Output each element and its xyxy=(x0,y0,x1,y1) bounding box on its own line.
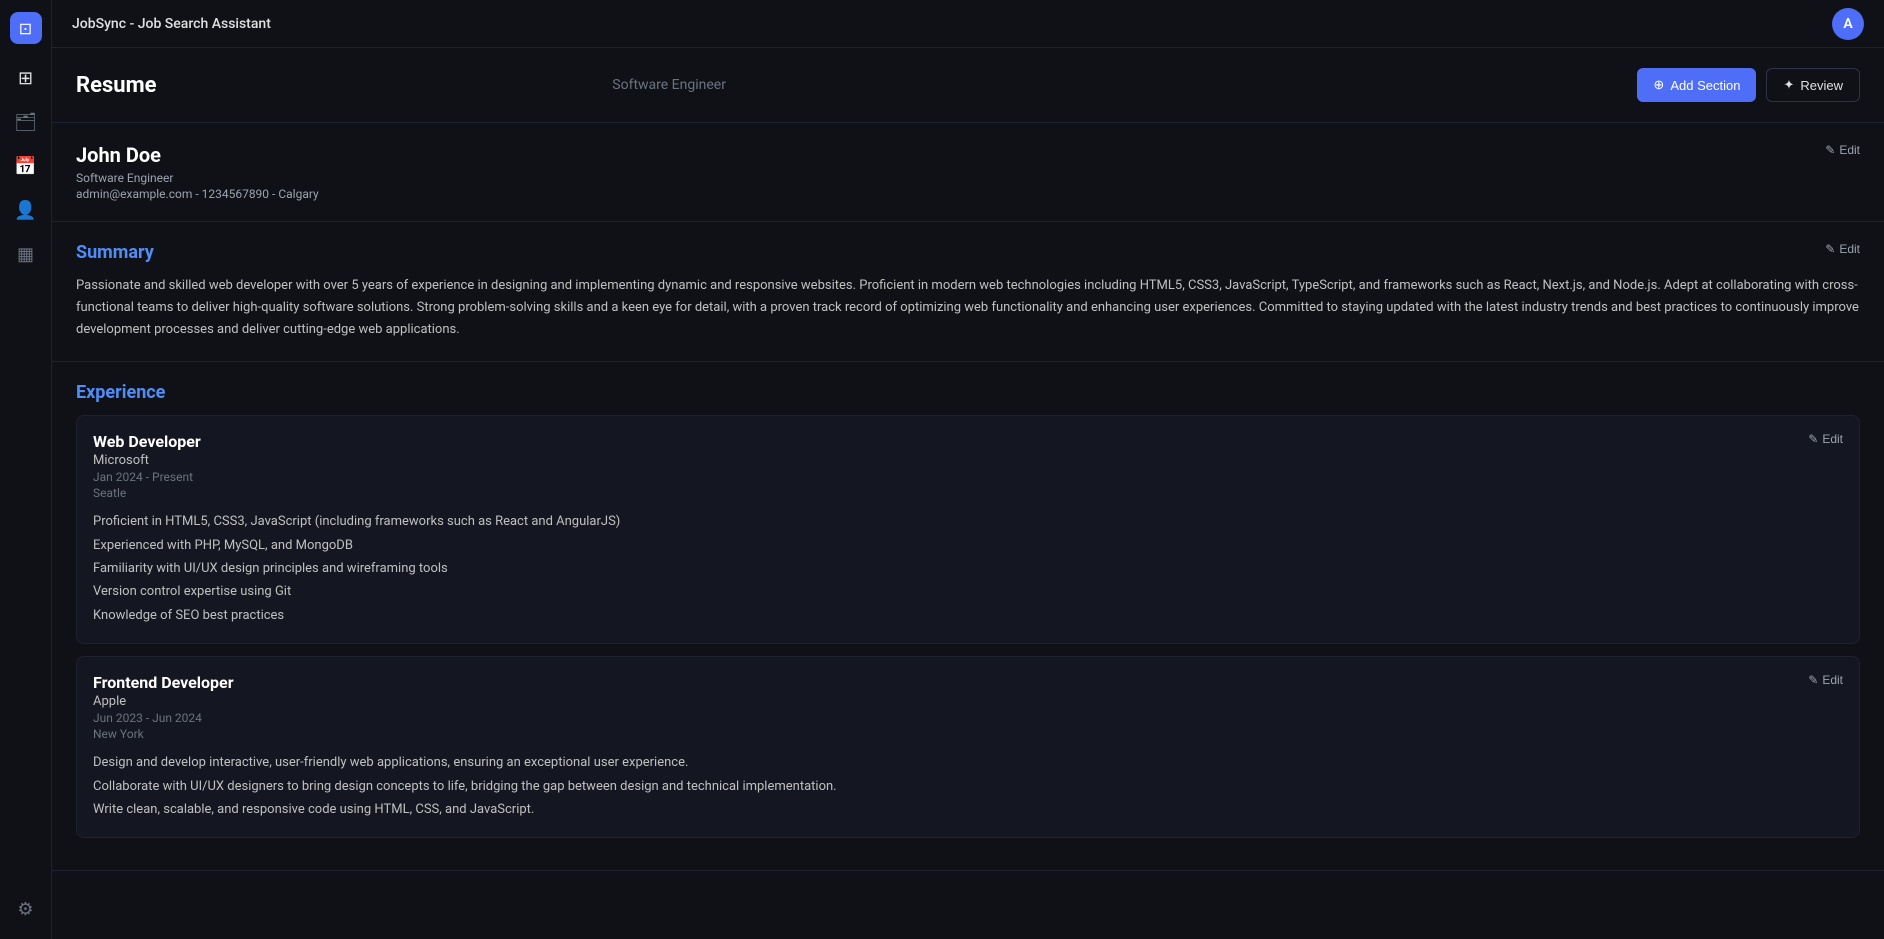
experience-title: Experience xyxy=(76,382,165,403)
summary-edit-label: Edit xyxy=(1839,242,1860,256)
exp1-edit-label: Edit xyxy=(1822,432,1843,446)
avatar-initials: A xyxy=(1843,16,1852,32)
experience-item-2: Frontend Developer Apple Jun 2023 - Jun … xyxy=(76,656,1860,838)
exp2-edit-label: Edit xyxy=(1822,673,1843,687)
profile-edit-label: Edit xyxy=(1839,143,1860,157)
resume-header: Resume Software Engineer ⊕ Add Section ✦… xyxy=(52,48,1884,123)
exp2-edit-icon: ✎ xyxy=(1808,673,1818,687)
main-area: JobSync - Job Search Assistant A Resume … xyxy=(52,0,1884,939)
profile-card: John Doe Software Engineer admin@example… xyxy=(52,123,1884,222)
exp1-date: Jan 2024 - Present xyxy=(93,470,1843,484)
exp1-bullet-2: Experienced with PHP, MySQL, and MongoDB xyxy=(93,534,1843,557)
exp1-company: Microsoft xyxy=(93,453,1843,468)
exp1-bullet-1: Proficient in HTML5, CSS3, JavaScript (i… xyxy=(93,510,1843,533)
summary-text: Passionate and skilled web developer wit… xyxy=(76,275,1860,341)
summary-section: Summary ✎ Edit Passionate and skilled we… xyxy=(52,222,1884,362)
profile-edit-button[interactable]: ✎ Edit xyxy=(1825,143,1860,157)
exp1-bullet-3: Familiarity with UI/UX design principles… xyxy=(93,557,1843,580)
sidebar-item-user[interactable]: 👤 xyxy=(8,192,44,228)
sidebar-item-briefcase[interactable]: 🗂 xyxy=(8,104,44,140)
experience-section: Experience Web Developer Microsoft Jan 2… xyxy=(52,362,1884,871)
exp1-bullet-5: Knowledge of SEO best practices xyxy=(93,604,1843,627)
exp1-bullet-4: Version control expertise using Git xyxy=(93,580,1843,603)
sidebar-item-grid[interactable]: ⊞ xyxy=(8,60,44,96)
star-icon: ✦ xyxy=(1783,77,1794,93)
exp2-company: Apple xyxy=(93,694,1843,709)
exp1-edit-button[interactable]: ✎ Edit xyxy=(1808,432,1843,446)
exp1-bullets: Proficient in HTML5, CSS3, JavaScript (i… xyxy=(93,510,1843,627)
exp1-location: Seatle xyxy=(93,486,1843,500)
topbar-title: JobSync - Job Search Assistant xyxy=(72,16,271,32)
exp2-title: Frontend Developer xyxy=(93,673,1843,692)
review-label: Review xyxy=(1800,78,1843,93)
logo-icon: ⊡ xyxy=(19,19,32,38)
sidebar-item-calendar[interactable]: 📅 xyxy=(8,148,44,184)
sidebar: ⊡ ⊞ 🗂 📅 👤 ▦ ⚙ xyxy=(0,0,52,939)
exp2-edit-button[interactable]: ✎ Edit xyxy=(1808,673,1843,687)
experience-header: Experience xyxy=(76,382,1860,403)
exp2-location: New York xyxy=(93,727,1843,741)
exp1-edit-icon: ✎ xyxy=(1808,432,1818,446)
app-logo[interactable]: ⊡ xyxy=(10,12,42,44)
summary-edit-button[interactable]: ✎ Edit xyxy=(1825,242,1860,256)
summary-edit-icon: ✎ xyxy=(1825,242,1835,256)
header-actions: ⊕ Add Section ✦ Review xyxy=(1637,68,1860,102)
resume-title: Resume xyxy=(76,73,157,98)
exp2-bullet-2: Collaborate with UI/UX designers to brin… xyxy=(93,775,1843,798)
exp1-title: Web Developer xyxy=(93,432,1843,451)
profile-contact: admin@example.com - 1234567890 - Calgary xyxy=(76,187,1860,201)
resume-subtitle: Software Engineer xyxy=(612,77,726,93)
add-section-label: Add Section xyxy=(1670,78,1740,93)
sidebar-item-table[interactable]: ▦ xyxy=(8,236,44,272)
sidebar-item-settings[interactable]: ⚙ xyxy=(8,891,44,927)
content-area: Resume Software Engineer ⊕ Add Section ✦… xyxy=(52,48,1884,939)
plus-circle-icon: ⊕ xyxy=(1653,77,1664,93)
review-button[interactable]: ✦ Review xyxy=(1766,68,1860,102)
experience-item-1: Web Developer Microsoft Jan 2024 - Prese… xyxy=(76,415,1860,644)
summary-title: Summary xyxy=(76,242,154,263)
exp2-bullet-1: Design and develop interactive, user-fri… xyxy=(93,751,1843,774)
add-section-button[interactable]: ⊕ Add Section xyxy=(1637,68,1756,102)
avatar[interactable]: A xyxy=(1832,8,1864,40)
profile-name: John Doe xyxy=(76,143,1860,167)
exp2-bullets: Design and develop interactive, user-fri… xyxy=(93,751,1843,821)
profile-role: Software Engineer xyxy=(76,171,1860,185)
topbar: JobSync - Job Search Assistant A xyxy=(52,0,1884,48)
edit-icon: ✎ xyxy=(1825,143,1835,157)
exp2-date: Jun 2023 - Jun 2024 xyxy=(93,711,1843,725)
summary-header: Summary ✎ Edit xyxy=(76,242,1860,263)
exp2-bullet-3: Write clean, scalable, and responsive co… xyxy=(93,798,1843,821)
